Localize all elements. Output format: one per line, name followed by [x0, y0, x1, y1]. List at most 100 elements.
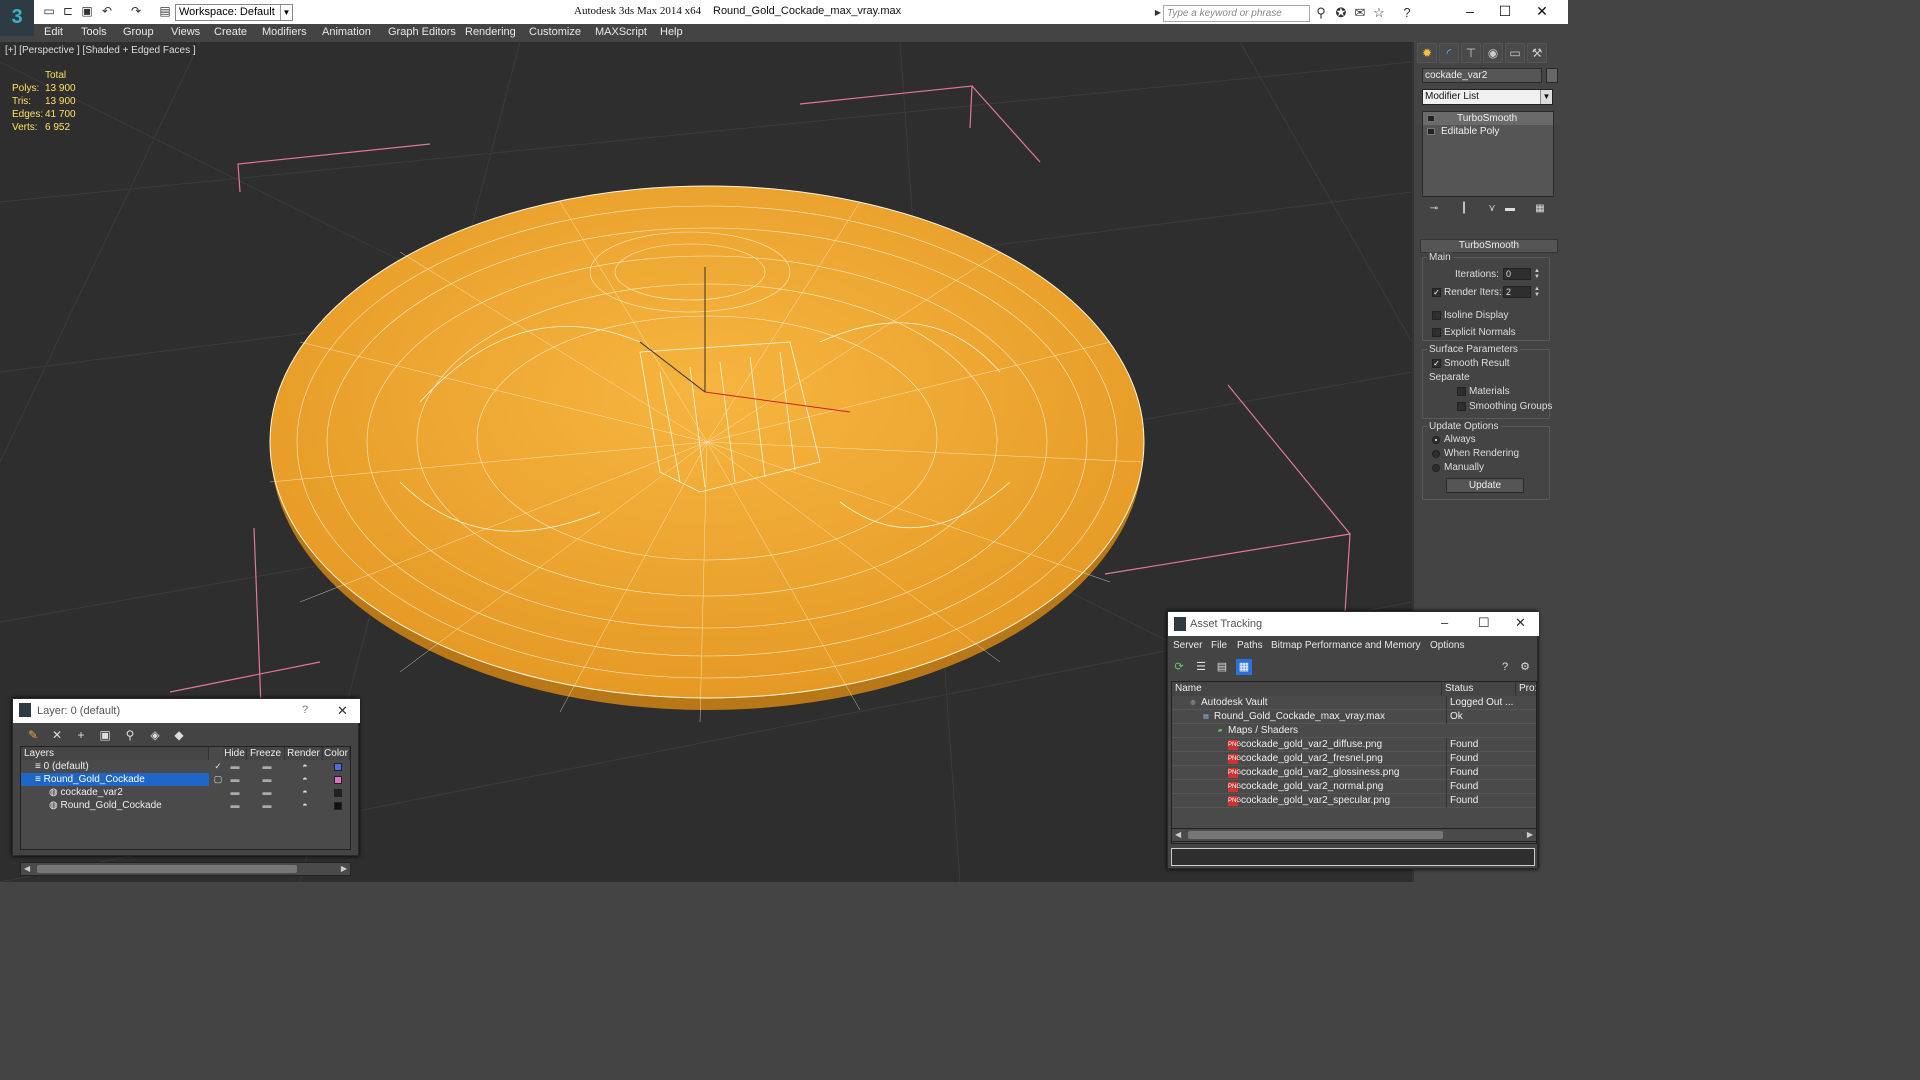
- expand-icon[interactable]: [1427, 128, 1435, 135]
- column-header-freeze[interactable]: Freeze: [247, 747, 285, 760]
- stack-item-editable-poly[interactable]: Editable Poly: [1423, 125, 1553, 138]
- render-teapot-icon[interactable]: ◓: [295, 786, 315, 799]
- active-layer-check-icon[interactable]: ✓: [213, 760, 223, 773]
- utilities-tab-icon[interactable]: ⚒: [1527, 43, 1547, 63]
- menu-paths[interactable]: Paths: [1237, 640, 1263, 651]
- asset-row[interactable]: PNG cockade_gold_var2_diffuse.png Found: [1172, 738, 1536, 752]
- render-teapot-icon[interactable]: ◓: [295, 773, 315, 786]
- refresh-icon[interactable]: ⟳: [1171, 659, 1187, 675]
- menu-modifiers[interactable]: Modifiers: [262, 26, 307, 38]
- render-iters-spinner[interactable]: 2: [1503, 286, 1531, 298]
- maximize-button[interactable]: ☐: [1478, 615, 1490, 631]
- materials-checkbox[interactable]: [1457, 387, 1466, 396]
- menu-bitmap-performance[interactable]: Bitmap Performance and Memory: [1271, 640, 1421, 651]
- delete-layer-icon[interactable]: ✕: [49, 727, 65, 743]
- render-teapot-icon[interactable]: ◓: [295, 799, 315, 812]
- hide-toggle[interactable]: ▬: [225, 760, 245, 773]
- motion-tab-icon[interactable]: ◉: [1483, 43, 1503, 63]
- rollout-header[interactable]: TurboSmooth: [1420, 239, 1558, 253]
- create-tab-icon[interactable]: ✹: [1417, 43, 1437, 63]
- settings-icon[interactable]: ⚙: [1517, 659, 1533, 675]
- layer-row[interactable]: ≡ Round_Gold_Cockade ▢ ▬ ▬ ◓: [21, 773, 350, 786]
- modifier-list-dropdown[interactable]: Modifier List ▼: [1422, 89, 1553, 105]
- asset-row[interactable]: ▰ Maps / Shaders: [1172, 724, 1536, 738]
- layer-color-swatch[interactable]: [334, 776, 342, 784]
- layer-row[interactable]: ◍ Round_Gold_Cockade ▬ ▬ ◓: [21, 799, 350, 812]
- table-view-icon[interactable]: ▦: [1236, 659, 1252, 675]
- add-to-layer-icon[interactable]: +: [73, 727, 89, 743]
- asset-window-titlebar[interactable]: Asset Tracking – ☐ ✕: [1168, 612, 1539, 636]
- hide-toggle[interactable]: ▬: [225, 786, 245, 799]
- pin-stack-icon[interactable]: ⊸: [1426, 201, 1442, 217]
- manually-radio[interactable]: [1432, 464, 1440, 472]
- object-name-field[interactable]: cockade_var2: [1422, 68, 1542, 83]
- workspace-dropdown[interactable]: Workspace: Default ▼: [175, 4, 293, 21]
- column-header-name[interactable]: Name: [1172, 682, 1442, 696]
- open-file-icon[interactable]: ⊏: [60, 4, 76, 20]
- help-icon[interactable]: ?: [1399, 5, 1415, 21]
- when-rendering-radio[interactable]: [1432, 450, 1440, 458]
- scroll-left-icon[interactable]: ◀: [1175, 830, 1181, 839]
- help-button[interactable]: ?: [302, 704, 308, 716]
- minimize-button[interactable]: –: [1450, 0, 1490, 22]
- column-header-layers[interactable]: Layers: [21, 747, 209, 760]
- close-button[interactable]: ✕: [1522, 0, 1562, 22]
- asset-row[interactable]: PNG cockade_gold_var2_glossiness.png Fou…: [1172, 766, 1536, 780]
- save-file-icon[interactable]: ▣: [79, 4, 95, 20]
- layer-row[interactable]: ◍ cockade_var2 ▬ ▬ ◓: [21, 786, 350, 799]
- freeze-all-icon[interactable]: ◆: [171, 727, 187, 743]
- display-tab-icon[interactable]: ▭: [1505, 43, 1525, 63]
- minimize-button[interactable]: –: [1441, 615, 1448, 630]
- layer-row[interactable]: ≡ 0 (default) ✓ ▬ ▬ ◓: [21, 760, 350, 773]
- asset-row[interactable]: PNG cockade_gold_var2_normal.png Found: [1172, 780, 1536, 794]
- isoline-checkbox[interactable]: [1432, 311, 1441, 320]
- render-teapot-icon[interactable]: ◓: [295, 760, 315, 773]
- show-end-result-icon[interactable]: ┃: [1456, 201, 1472, 217]
- lightbulb-icon[interactable]: [1427, 115, 1435, 122]
- close-button[interactable]: ✕: [337, 703, 348, 719]
- column-header-render[interactable]: Render: [285, 747, 323, 760]
- stack-item-turbosmooth[interactable]: TurboSmooth: [1423, 112, 1553, 125]
- horizontal-scrollbar[interactable]: ◀ ▶: [1171, 828, 1537, 842]
- column-header-proxy[interactable]: Pro:: [1516, 682, 1536, 696]
- freeze-toggle[interactable]: ▬: [257, 799, 277, 812]
- modify-tab-icon[interactable]: ◜: [1439, 43, 1459, 63]
- menu-server[interactable]: Server: [1173, 640, 1202, 651]
- asset-row[interactable]: ◎ Autodesk Vault Logged Out ...: [1172, 696, 1536, 710]
- object-color-swatch[interactable]: [1546, 68, 1558, 83]
- scrollbar-thumb[interactable]: [1188, 831, 1443, 839]
- remove-modifier-icon[interactable]: ▬: [1502, 201, 1518, 217]
- always-radio[interactable]: [1432, 436, 1440, 444]
- menu-views[interactable]: Views: [171, 26, 200, 38]
- freeze-toggle[interactable]: ▬: [257, 773, 277, 786]
- update-button[interactable]: Update: [1446, 478, 1524, 493]
- scroll-right-icon[interactable]: ▶: [1527, 830, 1533, 839]
- communication-icon[interactable]: ✉: [1352, 5, 1368, 21]
- scrollbar-thumb[interactable]: [37, 865, 297, 873]
- list-view-icon[interactable]: ☰: [1193, 659, 1209, 675]
- menu-file[interactable]: File: [1211, 640, 1227, 651]
- search-input[interactable]: Type a keyword or phrase: [1163, 5, 1310, 22]
- menu-tools[interactable]: Tools: [81, 26, 107, 38]
- make-unique-icon[interactable]: ⋎: [1484, 201, 1500, 217]
- menu-help[interactable]: Help: [660, 26, 683, 38]
- help-icon[interactable]: ?: [1497, 659, 1513, 675]
- spinner-arrows-icon[interactable]: ▲ ▼: [1533, 286, 1541, 298]
- select-objects-icon[interactable]: ▣: [97, 727, 113, 743]
- smooth-result-checkbox[interactable]: ✓: [1432, 359, 1441, 368]
- horizontal-scrollbar[interactable]: ◀ ▶: [20, 862, 351, 876]
- freeze-toggle[interactable]: ▬: [257, 786, 277, 799]
- menu-create[interactable]: Create: [214, 26, 247, 38]
- spinner-arrows-icon[interactable]: ▲ ▼: [1533, 268, 1541, 280]
- menu-options[interactable]: Options: [1430, 640, 1464, 651]
- hide-toggle[interactable]: ▬: [225, 773, 245, 786]
- menu-maxscript[interactable]: MAXScript: [595, 26, 647, 38]
- favorites-star-icon[interactable]: ☆: [1371, 5, 1387, 21]
- scroll-left-icon[interactable]: ◀: [24, 864, 30, 873]
- menu-edit[interactable]: Edit: [44, 26, 63, 38]
- app-logo-icon[interactable]: 3: [0, 0, 34, 36]
- layer-color-swatch[interactable]: [334, 789, 342, 797]
- menu-graph-editors[interactable]: Graph Editors: [388, 26, 456, 38]
- redo-icon[interactable]: ↷: [128, 4, 144, 20]
- layer-color-swatch[interactable]: [334, 763, 342, 771]
